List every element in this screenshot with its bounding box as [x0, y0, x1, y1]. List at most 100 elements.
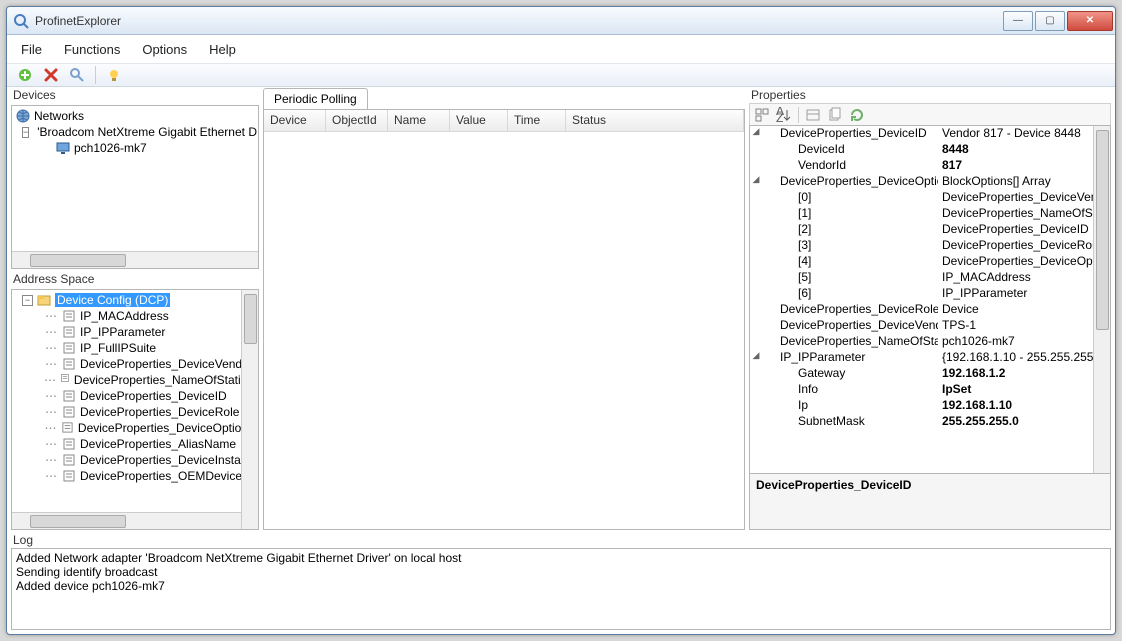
- tree-item[interactable]: ⋯DeviceProperties_OEMDeviceID: [16, 468, 254, 484]
- property-value[interactable]: DeviceProperties_DeviceID: [938, 222, 1093, 238]
- close-button[interactable]: ✕: [1067, 11, 1113, 31]
- property-value[interactable]: DeviceProperties_DeviceRole: [938, 238, 1093, 254]
- delete-icon[interactable]: [43, 67, 59, 83]
- property-value[interactable]: 192.168.1.10: [938, 398, 1093, 414]
- tree-device[interactable]: pch1026-mk7: [74, 141, 147, 155]
- copy-icon[interactable]: [827, 107, 843, 123]
- sort-icon[interactable]: AZ: [776, 107, 792, 123]
- property-grid[interactable]: ◢ DeviceProperties_DeviceID Vendor 817 - D…: [749, 125, 1111, 474]
- property-value[interactable]: IP_MACAddress: [938, 270, 1093, 286]
- property-value[interactable]: IP_IPParameter: [938, 286, 1093, 302]
- property-row[interactable]: DeviceProperties_NameOfStationpch1026-mk…: [750, 334, 1093, 350]
- refresh-icon[interactable]: [849, 107, 865, 123]
- devices-tree[interactable]: Networks − 'Broadcom NetXtreme Gigabit E…: [11, 105, 259, 269]
- property-row[interactable]: [0]DeviceProperties_DeviceVendor: [750, 190, 1093, 206]
- add-icon[interactable]: [17, 67, 33, 83]
- property-row[interactable]: [6]IP_IPParameter: [750, 286, 1093, 302]
- v-scrollbar[interactable]: [1093, 126, 1110, 473]
- property-value[interactable]: Device: [938, 302, 1093, 318]
- property-value[interactable]: DeviceProperties_DeviceVendor: [938, 190, 1093, 206]
- maximize-button[interactable]: ▢: [1035, 11, 1065, 31]
- property-value[interactable]: {192.168.1.10 - 255.255.255.0 - 192.1: [938, 350, 1093, 366]
- window-title: ProfinetExplorer: [35, 14, 1003, 28]
- address-space-tree[interactable]: − Device Config (DCP) ⋯IP_MACAddress⋯IP_…: [11, 289, 259, 530]
- col-time[interactable]: Time: [508, 110, 566, 131]
- col-status[interactable]: Status: [566, 110, 744, 131]
- property-row[interactable]: VendorId817: [750, 158, 1093, 174]
- menu-file[interactable]: File: [21, 42, 42, 57]
- property-row[interactable]: Gateway192.168.1.2: [750, 366, 1093, 382]
- property-name: Ip: [762, 398, 938, 414]
- h-scrollbar[interactable]: [12, 251, 258, 268]
- col-value[interactable]: Value: [450, 110, 508, 131]
- property-value[interactable]: TPS-1: [938, 318, 1093, 334]
- toolbar: [7, 63, 1115, 87]
- property-value[interactable]: IpSet: [938, 382, 1093, 398]
- property-value[interactable]: BlockOptions[] Array: [938, 174, 1093, 190]
- property-value[interactable]: 8448: [938, 142, 1093, 158]
- property-row[interactable]: [2]DeviceProperties_DeviceID: [750, 222, 1093, 238]
- menu-options[interactable]: Options: [142, 42, 187, 57]
- property-row[interactable]: [4]DeviceProperties_DeviceOptions: [750, 254, 1093, 270]
- collapse-icon[interactable]: −: [22, 127, 29, 138]
- property-value[interactable]: 192.168.1.2: [938, 366, 1093, 382]
- v-scrollbar[interactable]: [241, 290, 258, 529]
- tree-item[interactable]: ⋯DeviceProperties_AliasName: [16, 436, 254, 452]
- lightbulb-icon[interactable]: [106, 67, 122, 83]
- tree-item[interactable]: ⋯DeviceProperties_DeviceRole: [16, 404, 254, 420]
- tree-item[interactable]: ⋯DeviceProperties_DeviceID: [16, 388, 254, 404]
- search-icon[interactable]: [69, 67, 85, 83]
- col-objectid[interactable]: ObjectId: [326, 110, 388, 131]
- tree-item[interactable]: ⋯IP_MACAddress: [16, 308, 254, 324]
- collapse-icon[interactable]: −: [22, 295, 33, 306]
- chevron-down-icon[interactable]: ◢: [750, 174, 762, 190]
- property-row[interactable]: SubnetMask255.255.255.0: [750, 414, 1093, 430]
- property-row[interactable]: [5]IP_MACAddress: [750, 270, 1093, 286]
- tree-item[interactable]: ⋯DeviceProperties_DeviceInstanc: [16, 452, 254, 468]
- menu-help[interactable]: Help: [209, 42, 236, 57]
- properties-icon[interactable]: [805, 107, 821, 123]
- tree-item[interactable]: ⋯DeviceProperties_DeviceVendor: [16, 356, 254, 372]
- col-name[interactable]: Name: [388, 110, 450, 131]
- tree-item[interactable]: ⋯IP_IPParameter: [16, 324, 254, 340]
- property-value[interactable]: pch1026-mk7: [938, 334, 1093, 350]
- property-value[interactable]: DeviceProperties_NameOfStation: [938, 206, 1093, 222]
- menu-functions[interactable]: Functions: [64, 42, 120, 57]
- property-value[interactable]: 255.255.255.0: [938, 414, 1093, 430]
- tree-adapter[interactable]: 'Broadcom NetXtreme Gigabit Ethernet D: [37, 125, 257, 139]
- toolbar-separator: [95, 66, 96, 84]
- titlebar[interactable]: ProfinetExplorer — ▢ ✕: [7, 7, 1115, 35]
- tree-item[interactable]: ⋯DeviceProperties_NameOfStation: [16, 372, 254, 388]
- property-value[interactable]: 817: [938, 158, 1093, 174]
- property-name: DeviceProperties_DeviceOptions: [762, 174, 938, 190]
- property-row[interactable]: ◢DeviceProperties_DeviceIDVendor 817 - D…: [750, 126, 1093, 142]
- col-device[interactable]: Device: [264, 110, 326, 131]
- property-row[interactable]: ◢DeviceProperties_DeviceOptionsBlockOpti…: [750, 174, 1093, 190]
- chevron-down-icon[interactable]: ◢: [750, 126, 762, 142]
- property-row[interactable]: ◢IP_IPParameter{192.168.1.10 - 255.255.2…: [750, 350, 1093, 366]
- properties-panel-title: Properties: [749, 87, 1111, 103]
- property-row[interactable]: DeviceId8448: [750, 142, 1093, 158]
- tree-root-networks[interactable]: Networks: [34, 109, 84, 123]
- polling-grid: Device ObjectId Name Value Time Status: [263, 109, 745, 530]
- chevron-down-icon[interactable]: ◢: [750, 350, 762, 366]
- property-value[interactable]: Vendor 817 - Device 8448: [938, 126, 1093, 142]
- minimize-button[interactable]: —: [1003, 11, 1033, 31]
- tree-branch-icon: ⋯: [44, 373, 56, 387]
- tree-item-label: DeviceProperties_DeviceOptions: [78, 421, 254, 435]
- property-row[interactable]: Ip192.168.1.10: [750, 398, 1093, 414]
- tree-item-label: DeviceProperties_AliasName: [80, 437, 236, 451]
- property-row[interactable]: [1]DeviceProperties_NameOfStation: [750, 206, 1093, 222]
- tree-root-dcp[interactable]: Device Config (DCP): [55, 293, 170, 307]
- log-output[interactable]: Added Network adapter 'Broadcom NetXtrem…: [11, 548, 1111, 630]
- tree-item[interactable]: ⋯DeviceProperties_DeviceOptions: [16, 420, 254, 436]
- categorize-icon[interactable]: [754, 107, 770, 123]
- h-scrollbar[interactable]: [12, 512, 241, 529]
- tree-item[interactable]: ⋯IP_FullIPSuite: [16, 340, 254, 356]
- property-row[interactable]: [3]DeviceProperties_DeviceRole: [750, 238, 1093, 254]
- property-row[interactable]: DeviceProperties_DeviceRoleDevice: [750, 302, 1093, 318]
- tab-periodic-polling[interactable]: Periodic Polling: [263, 88, 368, 109]
- property-row[interactable]: DeviceProperties_DeviceVendorTPS-1: [750, 318, 1093, 334]
- property-value[interactable]: DeviceProperties_DeviceOptions: [938, 254, 1093, 270]
- property-row[interactable]: InfoIpSet: [750, 382, 1093, 398]
